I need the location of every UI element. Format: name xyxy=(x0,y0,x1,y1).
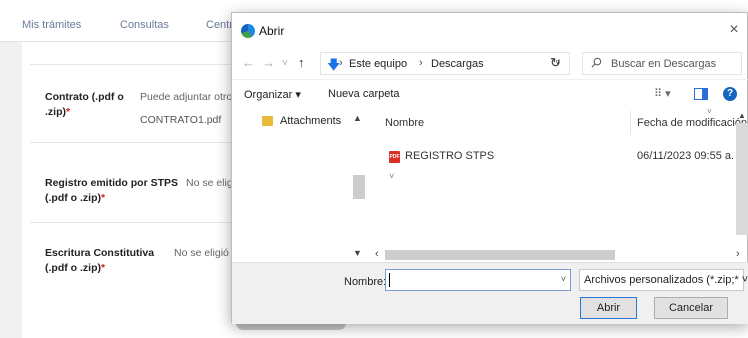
preview-pane-icon[interactable] xyxy=(694,88,708,100)
breadcrumb-separator: › xyxy=(339,57,343,69)
contrato-note: Puede adjuntar otro xyxy=(140,91,233,103)
address-row: ← → ˅ ↑ 🡇 › Este equipo › Descargas ˅ ↻ … xyxy=(232,49,748,79)
close-icon[interactable]: × xyxy=(725,21,743,39)
open-file-dialog: Abrir × ← → ˅ ↑ 🡇 › Este equipo › Descar… xyxy=(231,12,748,324)
dialog-footer: Nombre: ˅ Archivos personalizados (*.zip… xyxy=(232,262,748,324)
file-type-select[interactable]: Archivos personalizados (*.zip;* ˅ xyxy=(579,269,748,291)
breadcrumb-este-equipo[interactable]: Este equipo xyxy=(349,58,407,70)
new-folder-button[interactable]: Nueva carpeta xyxy=(328,88,400,100)
scroll-left-icon[interactable]: ‹ xyxy=(375,248,379,260)
file-date: 06/11/2023 09:55 a. m. xyxy=(637,150,748,162)
file-list: Nombre Fecha de modificación ˅ PDF REGIS… xyxy=(371,107,748,262)
contrato-file-name[interactable]: CONTRATO1.pdf xyxy=(140,114,221,126)
file-name-dropdown-chevron-icon[interactable]: ˅ xyxy=(561,274,566,284)
back-arrow-icon[interactable]: ← xyxy=(242,55,255,71)
file-name-input[interactable]: ˅ xyxy=(385,269,571,291)
navigation-pane: Attachments ▲ ▼ xyxy=(252,109,369,262)
cancel-button[interactable]: Cancelar xyxy=(654,297,728,319)
file-list-horizontal-scrollbar[interactable]: ‹ › xyxy=(371,248,748,262)
edge-browser-icon xyxy=(241,24,255,38)
help-icon[interactable]: ? xyxy=(723,87,737,101)
dialog-titlebar: Abrir × xyxy=(232,13,748,49)
nav-tab-mis-tramites[interactable]: Mis trámites xyxy=(22,19,81,31)
field-label-contrato: Contrato (.pdf o .zip)* xyxy=(45,91,124,118)
escritura-note: No se eligió xyxy=(174,247,229,259)
address-bar[interactable]: 🡇 › Este equipo › Descargas ˅ xyxy=(320,52,570,75)
scroll-right-icon[interactable]: › xyxy=(736,248,740,260)
field-label-escritura: Escritura Constitutiva (.pdf o .zip)* xyxy=(45,247,155,274)
breadcrumb-separator: › xyxy=(419,57,423,69)
sort-chevron-icon: ˅ xyxy=(707,107,712,116)
file-row[interactable]: PDF REGISTRO STPS 06/11/2023 09:55 a. m. xyxy=(385,149,748,167)
scroll-down-icon[interactable]: ▼ xyxy=(353,248,362,258)
command-bar: Organizar ▾ Nueva carpeta ⠿ ▾ ? xyxy=(232,79,748,109)
text-caret xyxy=(389,273,390,287)
file-list-vertical-scrollbar[interactable]: ▲ xyxy=(736,109,748,249)
refresh-icon[interactable]: ↻ xyxy=(550,55,561,71)
column-header-date[interactable]: Fecha de modificación xyxy=(637,117,747,129)
column-divider[interactable] xyxy=(630,111,631,135)
scrollbar-thumb[interactable] xyxy=(385,250,615,260)
nav-pane-scrollbar[interactable] xyxy=(353,127,365,245)
nav-item-label: Attachments xyxy=(280,115,342,127)
recent-locations-chevron-icon[interactable]: ˅ xyxy=(282,56,288,72)
scroll-up-icon[interactable]: ▲ xyxy=(738,111,746,120)
folder-icon xyxy=(262,116,273,126)
pdf-file-icon: PDF xyxy=(389,151,400,163)
group-collapse-chevron-icon[interactable]: ˅ xyxy=(389,171,394,181)
dialog-title: Abrir xyxy=(259,24,285,38)
file-name: REGISTRO STPS xyxy=(405,150,495,162)
file-type-value: Archivos personalizados (*.zip;* ˅ xyxy=(584,274,748,286)
search-icon xyxy=(591,57,602,68)
view-options-icon[interactable]: ⠿ ▾ xyxy=(654,87,671,100)
column-header-name[interactable]: Nombre xyxy=(385,117,424,129)
scroll-up-icon[interactable]: ▲ xyxy=(353,113,362,123)
open-button[interactable]: Abrir xyxy=(580,297,637,319)
breadcrumb-descargas[interactable]: Descargas xyxy=(431,58,484,70)
search-placeholder: Buscar en Descargas xyxy=(611,58,717,70)
search-box[interactable]: Buscar en Descargas xyxy=(582,52,742,75)
nav-tab-centro[interactable]: Centr xyxy=(206,19,233,31)
scrollbar-thumb[interactable] xyxy=(736,123,748,235)
field-label-registro-stps: Registro emitido por STPS (.pdf o .zip)* xyxy=(45,177,179,204)
scrollbar-thumb[interactable] xyxy=(353,175,365,199)
forward-arrow-icon[interactable]: → xyxy=(262,55,275,71)
up-arrow-icon[interactable]: ↑ xyxy=(298,55,305,71)
file-name-label: Nombre: xyxy=(344,276,387,288)
organize-menu[interactable]: Organizar ▾ xyxy=(244,88,301,101)
nav-tab-consultas[interactable]: Consultas xyxy=(120,19,169,31)
